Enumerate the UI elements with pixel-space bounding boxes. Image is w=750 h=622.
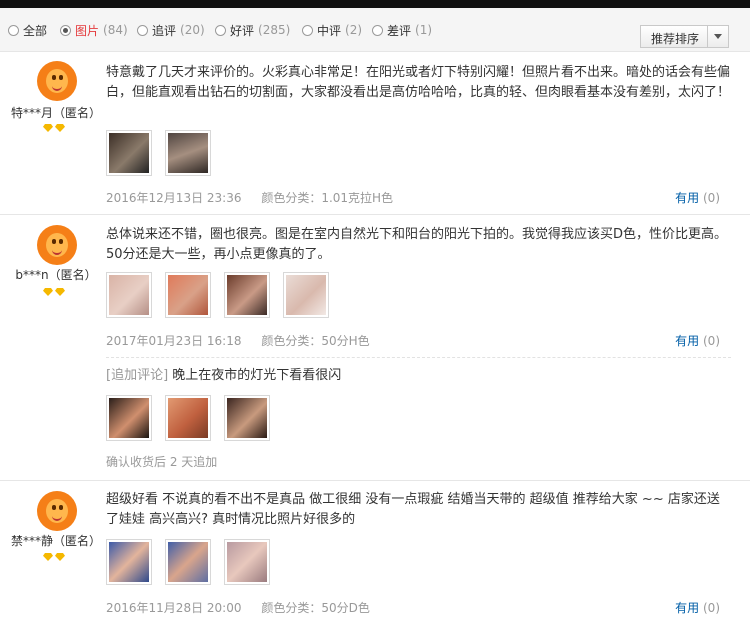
useful-link[interactable]: 有用 — [675, 334, 699, 348]
review-meta: 2016年12月13日 23:36 颜色分类：1.01克拉H色 — [106, 189, 393, 206]
review-photo[interactable] — [224, 272, 270, 318]
filter-count: (285) — [258, 23, 291, 37]
filter-label: 中评 — [317, 23, 342, 38]
review-date: 2016年11月28日 20:00 — [106, 601, 242, 615]
review-photo[interactable] — [165, 395, 211, 441]
filter-label: 差评 — [387, 23, 412, 38]
review-photo[interactable] — [165, 539, 211, 585]
color-category: 颜色分类：1.01克拉H色 — [261, 191, 394, 205]
review-meta: 2017年01月23日 16:18 颜色分类：50分H色 — [106, 332, 370, 349]
review-date: 2017年01月23日 16:18 — [106, 334, 242, 348]
review-photo[interactable] — [106, 272, 152, 318]
followup-review: [追加评论] 晚上在夜市的灯光下看看很闪 — [106, 366, 731, 386]
followup-photos — [106, 395, 270, 441]
color-category: 颜色分类：50分H色 — [261, 334, 370, 348]
top-strip — [0, 0, 750, 8]
useful-vote[interactable]: 有用 (0) — [675, 599, 720, 616]
filter-label: 追评 — [152, 23, 177, 38]
review-photo[interactable] — [106, 395, 152, 441]
useful-vote[interactable]: 有用 (0) — [675, 332, 720, 349]
review-photos — [106, 539, 270, 585]
sort-label: 推荐排序 — [651, 32, 700, 46]
vip-diamond-icon — [43, 553, 71, 563]
color-category: 颜色分类：50分D色 — [261, 601, 370, 615]
review-photo[interactable] — [224, 539, 270, 585]
filter-label: 好评 — [230, 23, 255, 38]
useful-count: (0) — [703, 334, 720, 348]
review-date: 2016年12月13日 23:36 — [106, 191, 242, 205]
avatar — [37, 491, 77, 531]
review-meta: 2016年11月28日 20:00 颜色分类：50分D色 — [106, 599, 370, 616]
filter-followup[interactable]: 追评 (20) — [137, 22, 205, 38]
radio-icon[interactable] — [137, 24, 148, 36]
filter-positive[interactable]: 好评 (285) — [215, 22, 290, 38]
useful-count: (0) — [703, 191, 720, 205]
reviewer-name: 禁***静（匿名） — [10, 534, 101, 548]
vip-diamond-icon — [43, 124, 71, 134]
divider — [106, 357, 731, 358]
review-photo[interactable] — [165, 130, 211, 176]
radio-icon[interactable] — [372, 24, 383, 36]
chevron-down-icon[interactable] — [707, 26, 728, 47]
review-text: 超级好看 不说真的看不出不是真品 做工很细 没有一点瑕疵 结婚当天带的 超级值 … — [106, 492, 720, 527]
review-photo[interactable] — [106, 539, 152, 585]
review-photo[interactable] — [283, 272, 329, 318]
radio-icon[interactable] — [215, 24, 226, 36]
filter-count: (84) — [103, 23, 128, 37]
avatar — [37, 225, 77, 265]
filter-neutral[interactable]: 中评 (2) — [302, 22, 362, 38]
filter-all[interactable]: 全部 — [8, 22, 47, 38]
followup-text: 晚上在夜市的灯光下看看很闪 — [172, 368, 342, 383]
radio-icon[interactable] — [302, 24, 313, 36]
review-item: 特***月（匿名） 特意戴了几天才来评价的。火彩真心非常足！在阳光或者灯下特别闪… — [0, 52, 750, 214]
avatar — [37, 61, 77, 101]
review-text: 特意戴了几天才来评价的。火彩真心非常足！在阳光或者灯下特别闪耀！但照片看不出来。… — [106, 65, 731, 100]
review-photos — [106, 130, 211, 176]
filter-label: 图片 — [75, 23, 100, 38]
radio-icon[interactable] — [8, 24, 19, 36]
followup-label: [追加评论] — [106, 368, 169, 383]
review-photo[interactable] — [224, 395, 270, 441]
reviewer-name: 特***月（匿名） — [10, 106, 101, 120]
vip-diamond-icon — [43, 288, 71, 298]
review-item: b***n（匿名） 总体说来还不错，圈也很亮。图是在室内自然光下和阳台的阳光下拍… — [0, 215, 750, 480]
review-text: 总体说来还不错，圈也很亮。图是在室内自然光下和阳台的阳光下拍的。我觉得我应该买D… — [106, 227, 728, 262]
filter-count: (2) — [345, 23, 363, 37]
review-item: 禁***静（匿名） 超级好看 不说真的看不出不是真品 做工很细 没有一点瑕疵 结… — [0, 481, 750, 622]
filter-label: 全部 — [23, 23, 48, 38]
sort-dropdown[interactable]: 推荐排序 — [640, 25, 729, 48]
review-photo[interactable] — [165, 272, 211, 318]
useful-link[interactable]: 有用 — [675, 601, 699, 615]
filter-count: (20) — [180, 23, 205, 37]
reviewer-name: b***n（匿名） — [15, 268, 97, 282]
useful-count: (0) — [703, 601, 720, 615]
useful-link[interactable]: 有用 — [675, 191, 699, 205]
useful-vote[interactable]: 有用 (0) — [675, 189, 720, 206]
review-photo[interactable] — [106, 130, 152, 176]
followup-time: 确认收货后 2 天追加 — [106, 455, 218, 469]
review-filter-bar: 全部 图片 (84) 追评 (20) 好评 (285) 中评 (2) 差评 (1… — [0, 8, 750, 52]
filter-negative[interactable]: 差评 (1) — [372, 22, 432, 38]
filter-count: (1) — [415, 23, 433, 37]
filter-pictures[interactable]: 图片 (84) — [60, 22, 128, 38]
review-photos — [106, 272, 329, 318]
radio-selected-icon[interactable] — [60, 24, 71, 36]
